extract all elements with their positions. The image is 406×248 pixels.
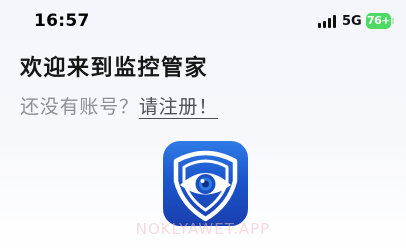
status-bar: 16:57 5G 76+ (0, 0, 406, 42)
register-link[interactable]: 请注册！ (139, 96, 218, 118)
network-type: 5G (342, 14, 362, 29)
eye-shield-logo-icon (173, 150, 238, 222)
battery-icon: 76+ (366, 13, 391, 29)
register-prompt: 还没有账号？请注册！ (20, 92, 218, 119)
status-time: 16:57 (34, 11, 90, 31)
welcome-title: 欢迎来到监控管家 (20, 56, 209, 81)
cellular-signal-icon (318, 15, 338, 28)
watermark: NOKLYAWET.APP (135, 220, 271, 238)
battery-cap (392, 18, 394, 24)
no-account-text: 还没有账号？ (20, 96, 139, 118)
app-logo (163, 141, 248, 226)
